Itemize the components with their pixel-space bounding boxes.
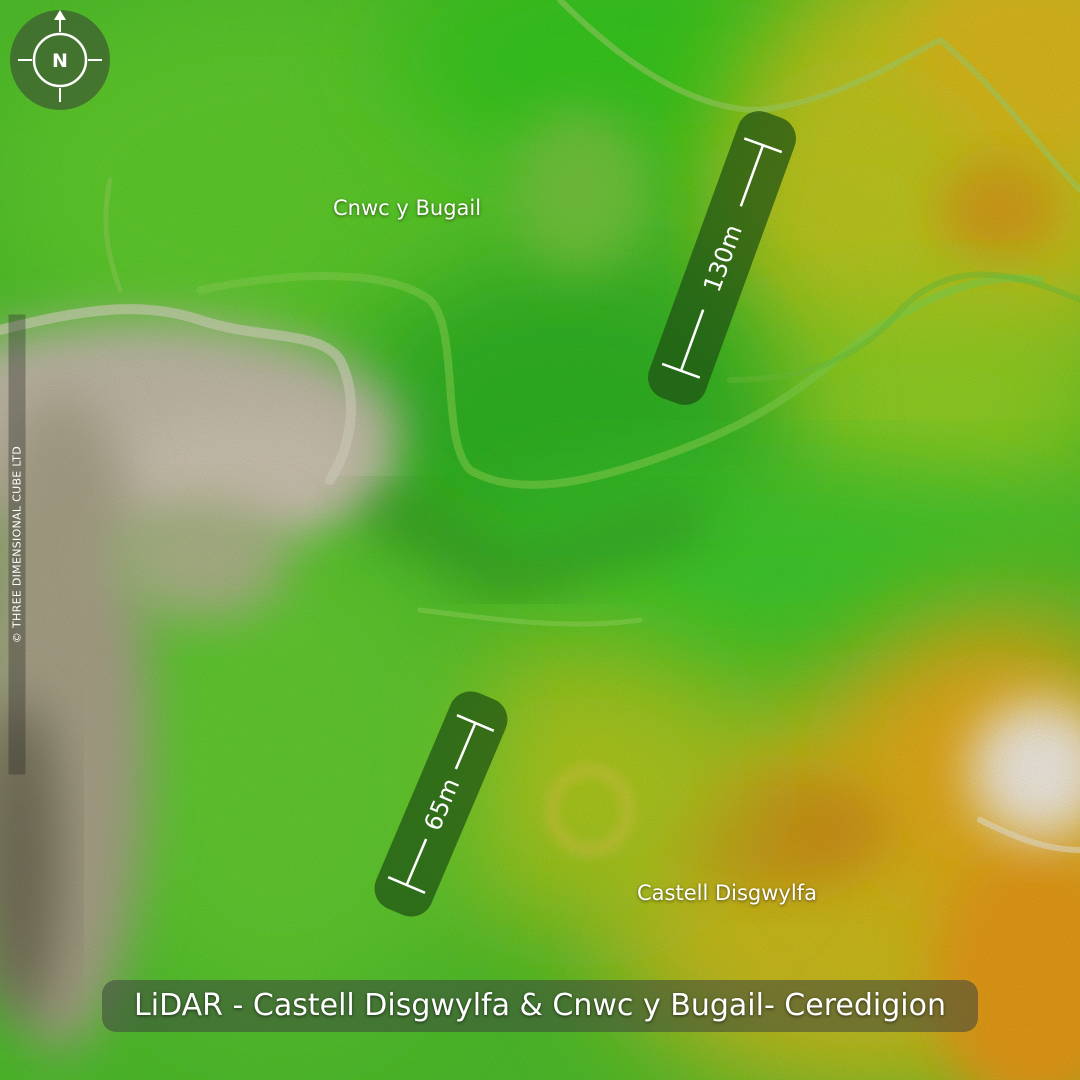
place-label-castell-disgwylfa: Castell Disgwylfa xyxy=(637,881,817,905)
compass-rose-icon: N xyxy=(10,10,110,110)
map-title: LiDAR - Castell Disgwylfa & Cnwc y Bugai… xyxy=(134,988,946,1023)
compass-north-label: N xyxy=(52,50,68,72)
lidar-elevation-map: N 130m 65m xyxy=(0,0,1080,1080)
copyright-notice: © THREE DIMENSIONAL CUBE LTD xyxy=(8,314,26,775)
place-label-cnwc-y-bugail: Cnwc y Bugail xyxy=(333,196,482,220)
title-banner: LiDAR - Castell Disgwylfa & Cnwc y Bugai… xyxy=(102,980,978,1032)
